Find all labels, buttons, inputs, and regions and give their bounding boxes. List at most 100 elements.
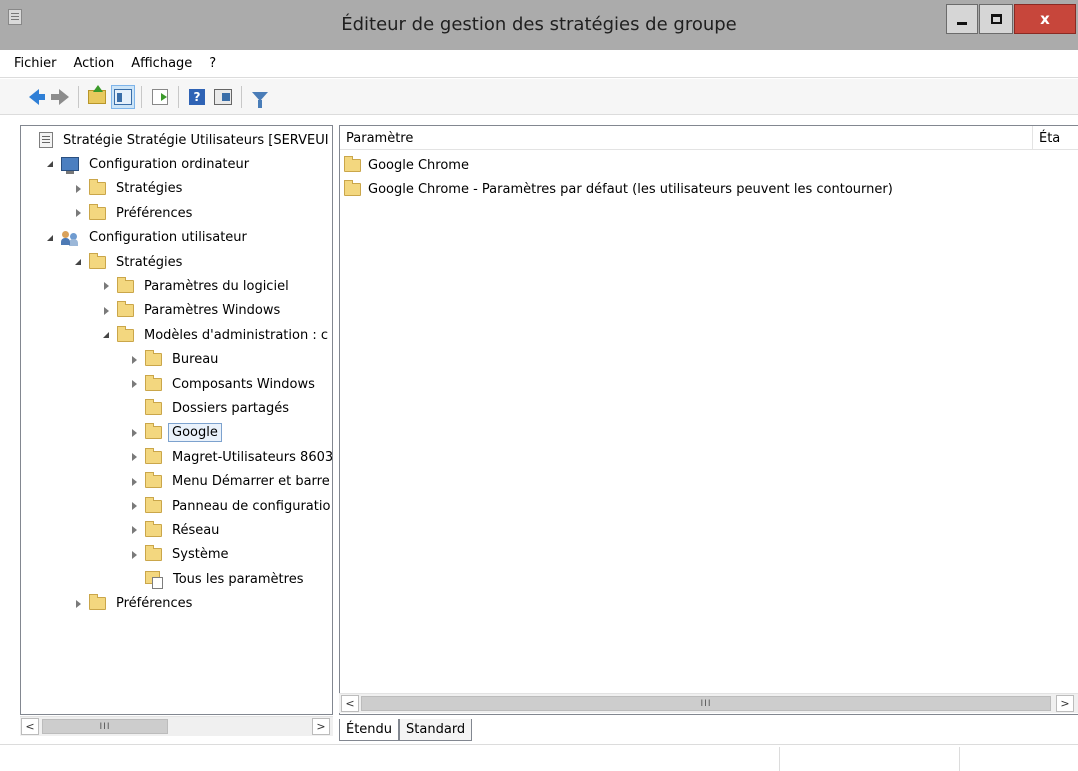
filter-button[interactable] (248, 85, 272, 109)
tab-standard[interactable]: Standard (399, 719, 473, 741)
console-tree[interactable]: Stratégie Stratégie Utilisateurs [SERVEU… (20, 125, 333, 715)
tree-item[interactable]: Préférences (75, 201, 195, 225)
tree-item[interactable]: Panneau de configuratio (131, 494, 332, 518)
column-header-etat[interactable]: Éta (1033, 126, 1078, 150)
tree-item[interactable]: Composants Windows (131, 372, 318, 396)
expand-arrow-icon[interactable] (73, 208, 83, 218)
tree-item[interactable]: Magret-Utilisateurs 8603 (131, 445, 333, 469)
collapse-arrow-icon[interactable] (101, 330, 111, 340)
all-settings-icon (145, 570, 163, 589)
tree-item[interactable]: Stratégies (75, 250, 185, 274)
tree-item[interactable]: Google (131, 421, 222, 445)
maximize-icon (990, 14, 1002, 24)
toolbar-separator (78, 85, 79, 108)
minimize-button[interactable] (946, 4, 978, 34)
tree-item[interactable]: Paramètres du logiciel (103, 274, 292, 298)
toolbar-separator (241, 85, 242, 108)
expand-arrow-icon[interactable] (129, 525, 139, 535)
tree-item-label: Configuration ordinateur (89, 156, 250, 172)
help-button[interactable]: ? (185, 85, 209, 109)
scroll-right-button[interactable]: > (1056, 695, 1074, 712)
list-item-label: Google Chrome (368, 157, 469, 173)
tree-item[interactable]: Stratégies (75, 177, 185, 201)
folder-icon (145, 545, 162, 562)
policy-icon (39, 132, 53, 148)
tree-item[interactable]: Paramètres Windows (103, 299, 283, 323)
tree-item[interactable]: Réseau (131, 518, 222, 542)
scroll-thumb[interactable]: III (361, 696, 1051, 711)
tree-item-label: Modèles d'administration : c (144, 327, 328, 343)
folder-icon (89, 594, 106, 611)
expand-arrow-icon[interactable] (129, 355, 139, 365)
collapse-arrow-icon[interactable] (45, 233, 55, 243)
tree-item[interactable]: Tous les paramètres (145, 567, 306, 591)
scroll-left-button[interactable]: < (21, 718, 39, 735)
collapse-arrow-icon[interactable] (45, 159, 55, 169)
forward-button[interactable] (48, 85, 72, 109)
tree-item[interactable]: Dossiers partagés (145, 396, 292, 420)
expand-arrow-icon[interactable] (129, 452, 139, 462)
folder-icon (145, 350, 162, 367)
list-item[interactable]: Google Chrome (344, 153, 469, 177)
minimize-icon (957, 21, 967, 25)
folder-icon (117, 276, 134, 293)
tree-horizontal-scrollbar[interactable]: < III > (20, 716, 333, 736)
expand-arrow-icon[interactable] (129, 550, 139, 560)
tree-item-label: Dossiers partagés (172, 400, 290, 416)
tab-etendu[interactable]: Étendu (339, 719, 400, 741)
back-button[interactable] (22, 85, 46, 109)
tree-item-label: Menu Démarrer et barre (172, 474, 330, 490)
folder-icon (145, 496, 162, 513)
toolbar-separator (141, 85, 142, 108)
tree-item-label: Magret-Utilisateurs 8603 (172, 449, 333, 465)
scroll-left-button[interactable]: < (341, 695, 359, 712)
list-item[interactable]: Google Chrome - Paramètres par défaut (l… (344, 177, 893, 201)
menu-help[interactable]: ? (209, 56, 216, 71)
window-title: Éditeur de gestion des stratégies de gro… (341, 14, 737, 35)
tree-item[interactable]: Stratégie Stratégie Utilisateurs [SERVEU… (39, 128, 332, 152)
status-cell (779, 747, 959, 771)
tree-item[interactable]: Menu Démarrer et barre (131, 470, 332, 494)
folder-up-icon (88, 84, 106, 104)
tree-item[interactable]: Préférences (75, 592, 195, 616)
details-horizontal-scrollbar[interactable]: < III > (339, 693, 1078, 713)
tree-item[interactable]: Bureau (131, 348, 221, 372)
folder-icon (344, 155, 361, 172)
menu-action[interactable]: Action (74, 56, 115, 71)
column-header-parametre[interactable]: Paramètre (340, 126, 1033, 150)
scroll-right-button[interactable]: > (312, 718, 330, 735)
tree-item[interactable]: Configuration ordinateur (47, 152, 252, 176)
menu-fichier[interactable]: Fichier (14, 56, 57, 71)
details-pane[interactable]: Paramètre Éta Google Chrome Google Chrom… (339, 125, 1078, 715)
expand-arrow-icon[interactable] (73, 599, 83, 609)
tree-item[interactable]: Configuration utilisateur (47, 226, 250, 250)
close-button[interactable]: x (1014, 4, 1076, 34)
back-arrow-icon (29, 88, 45, 105)
status-bar (0, 744, 1078, 771)
collapse-arrow-icon[interactable] (73, 257, 83, 267)
close-icon: x (1040, 10, 1050, 28)
show-hide-tree-button[interactable] (111, 84, 135, 109)
properties-button[interactable] (211, 85, 235, 109)
expand-arrow-icon[interactable] (129, 501, 139, 511)
menu-bar: Fichier Action Affichage ? (0, 50, 1078, 78)
tree-item-label: Tous les paramètres (173, 571, 304, 587)
menu-affichage[interactable]: Affichage (131, 56, 192, 71)
expand-arrow-icon[interactable] (101, 281, 111, 291)
expand-arrow-icon[interactable] (129, 477, 139, 487)
expand-arrow-icon[interactable] (101, 306, 111, 316)
scroll-thumb[interactable]: III (42, 719, 168, 734)
tree-item[interactable]: Modèles d'administration : c (103, 323, 331, 347)
folder-icon (89, 203, 106, 220)
title-bar[interactable]: Éditeur de gestion des stratégies de gro… (0, 0, 1078, 50)
export-list-button[interactable] (148, 85, 172, 109)
expand-arrow-icon[interactable] (73, 184, 83, 194)
up-level-button[interactable] (85, 84, 109, 109)
maximize-button[interactable] (979, 4, 1013, 34)
tree-item-label: Configuration utilisateur (89, 230, 247, 246)
status-cell (959, 747, 1078, 771)
expand-arrow-icon[interactable] (129, 379, 139, 389)
tree-item[interactable]: Système (131, 543, 231, 567)
expand-arrow-icon[interactable] (129, 428, 139, 438)
folder-icon (145, 472, 162, 489)
